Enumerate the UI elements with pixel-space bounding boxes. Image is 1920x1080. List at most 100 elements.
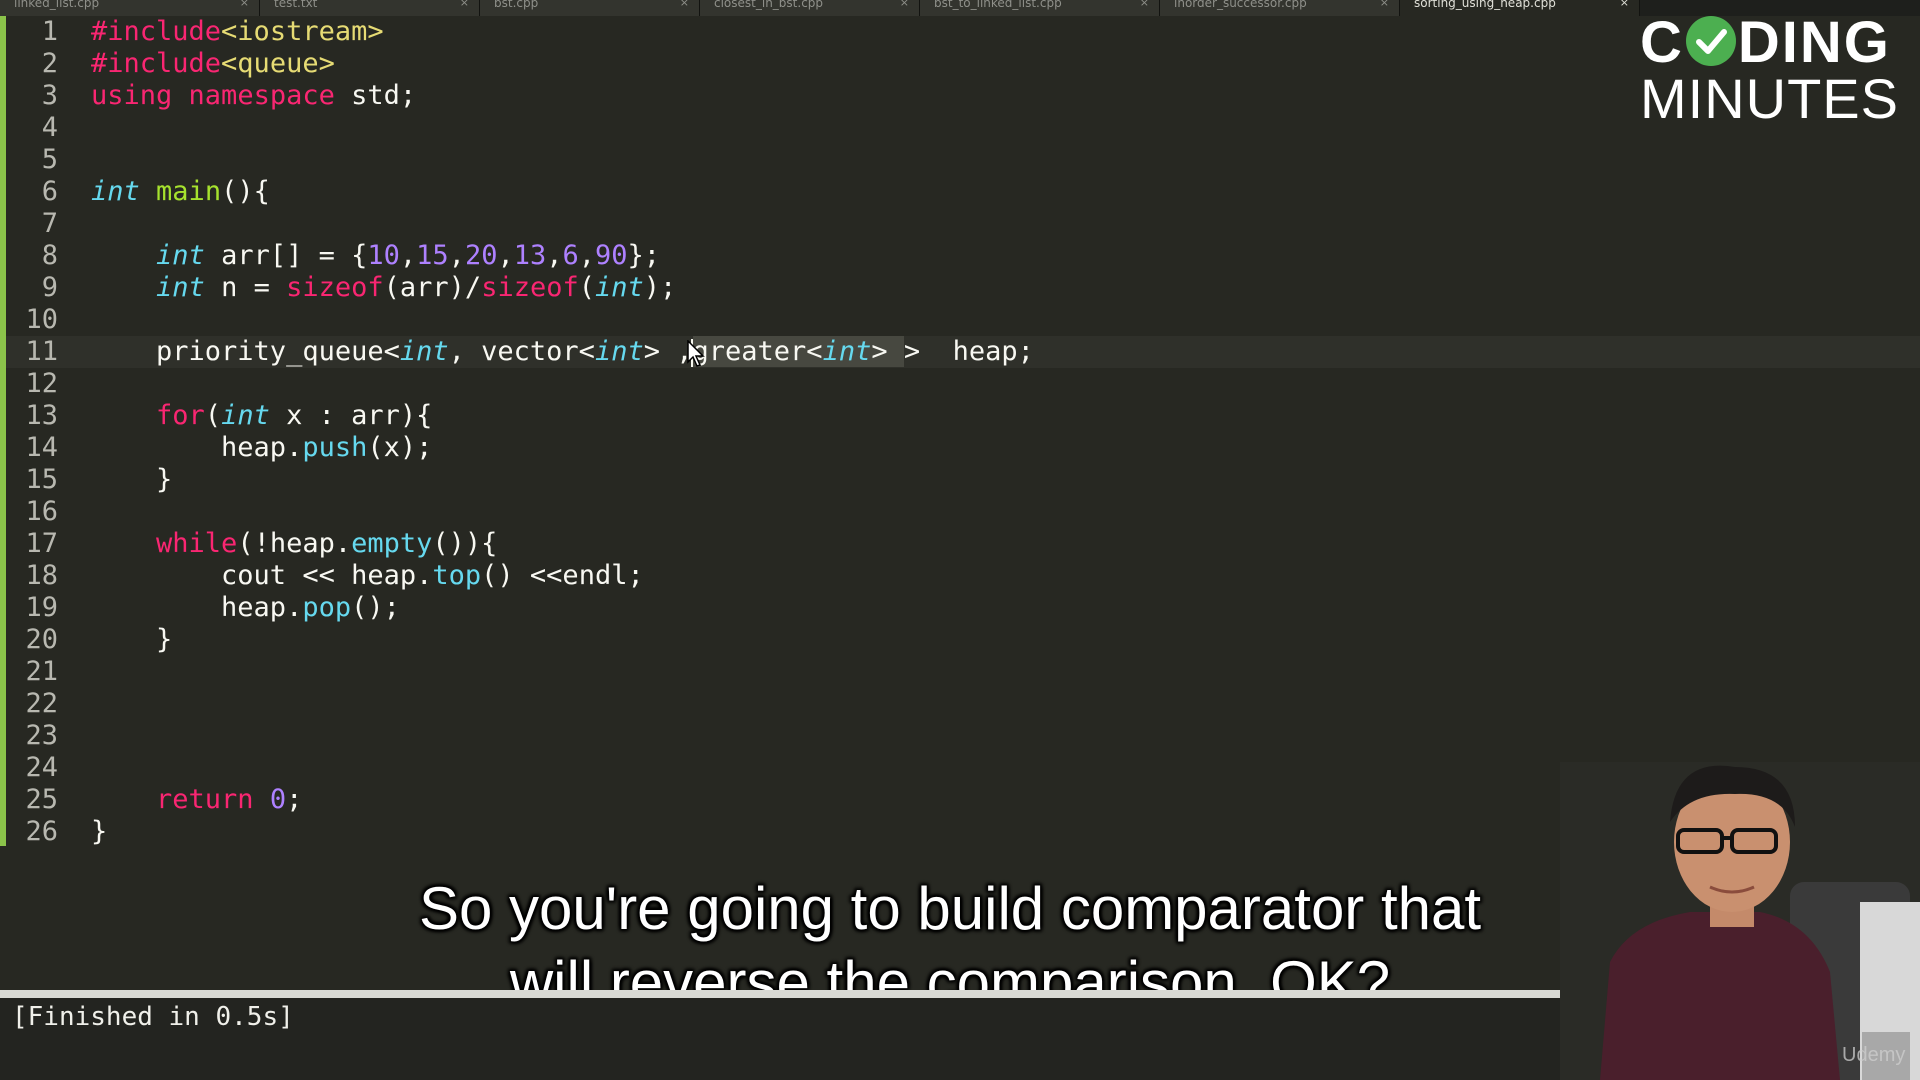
code-token: ,: [578, 240, 596, 271]
tab-close-icon[interactable]: ×: [240, 0, 249, 8]
code-line[interactable]: 3 using namespace std;: [0, 80, 1920, 112]
code-token: int: [91, 176, 140, 207]
code-token: <iostream>: [221, 16, 384, 47]
line-number: 16: [25, 496, 58, 527]
code-line[interactable]: 1 #include<iostream>: [0, 16, 1920, 48]
code-text: heap.pop();: [91, 592, 400, 624]
code-text: using namespace std;: [91, 80, 416, 112]
tab-close-icon[interactable]: ×: [900, 0, 909, 8]
code-token: };: [627, 240, 661, 271]
code-token: sizeof: [481, 272, 579, 303]
code-token: 0: [269, 784, 287, 815]
code-text: while(!heap.empty()){: [91, 528, 497, 560]
code-token: using: [91, 80, 173, 111]
selected-token: int: [822, 336, 872, 367]
subtitle-line-1: So you're going to build comparator that: [418, 875, 1482, 942]
code-token: sizeof: [286, 272, 384, 303]
code-line[interactable]: 8 int arr[] = {10,15,20,13,6,90};: [0, 240, 1920, 272]
line-number: 14: [25, 432, 58, 463]
code-text: heap.push(x);: [91, 432, 432, 464]
code-line[interactable]: 2 #include<queue>: [0, 48, 1920, 80]
tab-label: bst.cpp: [494, 0, 539, 10]
line-number: 15: [25, 464, 58, 495]
code-token: 15: [416, 240, 449, 271]
code-token: pop: [302, 592, 352, 623]
code-line[interactable]: 10: [0, 304, 1920, 336]
tab-5[interactable]: inorder_successor.cpp ×: [1160, 0, 1400, 16]
code-line[interactable]: 19 heap.pop();: [0, 592, 1920, 624]
code-text: }: [91, 816, 107, 848]
code-line[interactable]: 14 heap.push(x);: [0, 432, 1920, 464]
code-text: int arr[] = {10,15,20,13,6,90};: [91, 240, 660, 272]
tab-6[interactable]: sorting_using_heap.cpp ×: [1400, 0, 1640, 16]
code-text: int main(){: [91, 176, 270, 208]
code-line[interactable]: 6 int main(){: [0, 176, 1920, 208]
tab-close-icon[interactable]: ×: [1140, 0, 1149, 8]
line-number: 5: [41, 144, 58, 175]
code-text: int n = sizeof(arr)/sizeof(int);: [91, 272, 676, 304]
tab-close-icon[interactable]: ×: [680, 0, 689, 8]
code-line[interactable]: 13 for(int x : arr){: [0, 400, 1920, 432]
line-number: 23: [25, 720, 58, 751]
code-line[interactable]: 17 while(!heap.empty()){: [0, 528, 1920, 560]
code-line[interactable]: 5: [0, 144, 1920, 176]
code-text: priority_queue<int, vector<int> ,greater…: [91, 336, 1034, 368]
code-line[interactable]: 18 cout << heap.top() <<endl;: [0, 560, 1920, 592]
code-token: ();: [351, 592, 400, 623]
selected-token: greater<: [692, 336, 823, 367]
tab-3[interactable]: closest_in_bst.cpp ×: [700, 0, 920, 16]
code-token: ()){: [432, 528, 498, 559]
code-token: ;: [286, 784, 303, 815]
code-line[interactable]: 22: [0, 688, 1920, 720]
code-line[interactable]: 11 priority_queue<int, vector<int> ,grea…: [0, 336, 1920, 368]
code-text: return 0;: [91, 784, 302, 816]
code-token: while: [156, 528, 238, 559]
code-line[interactable]: 15 }: [0, 464, 1920, 496]
code-text: #include<iostream>: [91, 16, 384, 48]
code-token: 90: [595, 240, 628, 271]
code-token: top: [432, 560, 482, 591]
code-line[interactable]: 23: [0, 720, 1920, 752]
code-token: heap;: [936, 336, 1034, 367]
code-token: int: [156, 272, 205, 303]
code-token: (!heap.: [237, 528, 352, 559]
code-line[interactable]: 9 int n = sizeof(arr)/sizeof(int);: [0, 272, 1920, 304]
code-line[interactable]: 7: [0, 208, 1920, 240]
tab-2[interactable]: bst.cpp ×: [480, 0, 700, 16]
code-token: for: [156, 400, 205, 431]
tab-0[interactable]: linked_list.cpp ×: [0, 0, 260, 16]
code-token: }: [91, 624, 173, 655]
code-token: arr[] = {: [204, 240, 368, 271]
code-token: >: [903, 336, 937, 367]
code-line[interactable]: 12: [0, 368, 1920, 400]
tab-label: sorting_using_heap.cpp: [1414, 0, 1556, 10]
code-token: <queue>: [221, 48, 335, 79]
tab-4[interactable]: bst_to_linked_list.cpp ×: [920, 0, 1160, 16]
code-line[interactable]: 4: [0, 112, 1920, 144]
code-token: int: [594, 336, 644, 367]
code-line[interactable]: 20 }: [0, 624, 1920, 656]
line-number: 6: [41, 176, 58, 207]
code-editor[interactable]: 1 #include<iostream> 2 #include<queue> 3 usin…: [0, 16, 1920, 848]
code-token: 6: [562, 240, 579, 271]
code-line[interactable]: 16: [0, 496, 1920, 528]
code-text: }: [91, 464, 172, 496]
tab-close-icon[interactable]: ×: [1620, 0, 1629, 8]
code-line[interactable]: 21: [0, 656, 1920, 688]
tab-label: bst_to_linked_list.cpp: [934, 0, 1062, 10]
code-token: (: [578, 272, 595, 303]
tab-1[interactable]: test.txt ×: [260, 0, 480, 16]
code-token: (){: [221, 176, 270, 207]
tab-close-icon[interactable]: ×: [1380, 0, 1389, 8]
code-token: );: [643, 272, 677, 303]
line-number: 12: [25, 368, 58, 399]
code-token: int: [595, 272, 644, 303]
tab-close-icon[interactable]: ×: [460, 0, 469, 8]
code-text: #include<queue>: [91, 48, 335, 80]
code-token: ,: [497, 240, 514, 271]
tab-label: closest_in_bst.cpp: [714, 0, 824, 10]
